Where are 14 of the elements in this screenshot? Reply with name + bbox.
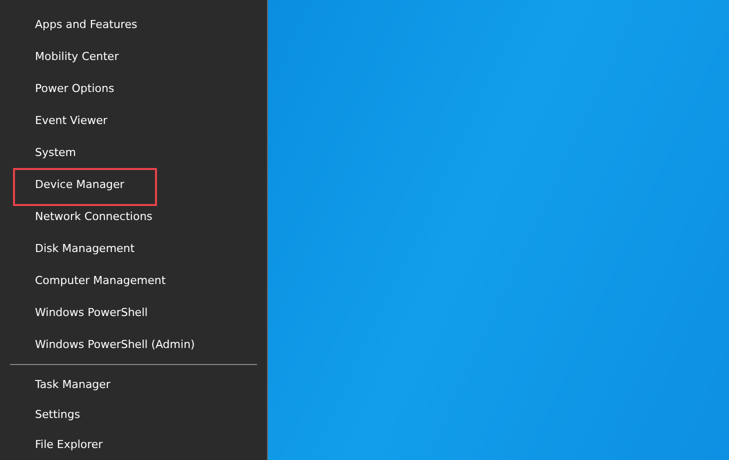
menu-item[interactable]: Apps and Features: [0, 8, 267, 40]
menu-item[interactable]: Mobility Center: [0, 40, 267, 72]
menu-item[interactable]: Settings: [0, 399, 267, 429]
menu-item[interactable]: Device Manager: [0, 168, 267, 200]
menu-item[interactable]: Disk Management: [0, 232, 267, 264]
menu-item[interactable]: Power Options: [0, 72, 267, 104]
menu-item[interactable]: Task Manager: [0, 369, 267, 399]
menu-item[interactable]: Windows PowerShell (Admin): [0, 328, 267, 360]
menu-item[interactable]: System: [0, 136, 267, 168]
menu-item[interactable]: Computer Management: [0, 264, 267, 296]
menu-item[interactable]: File Explorer: [0, 429, 267, 459]
menu-item[interactable]: Windows PowerShell: [0, 296, 267, 328]
menu-item[interactable]: Network Connections: [0, 200, 267, 232]
menu-item[interactable]: Event Viewer: [0, 104, 267, 136]
